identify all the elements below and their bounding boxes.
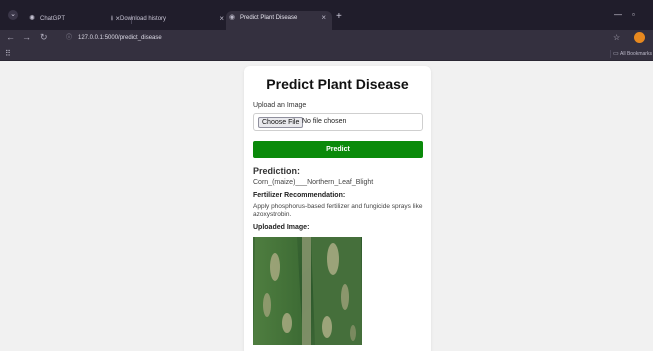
tab-search-icon[interactable]: ⌄ [8,10,18,20]
tab-label: Predict Plant Disease [240,15,298,21]
download-icon: ⭳ [110,15,114,22]
file-input[interactable]: Choose File No file chosen [253,113,423,131]
tab-label: ChatGPT [40,16,66,22]
all-bookmarks-label: All Bookmarks [620,51,652,57]
new-tab-icon[interactable]: + [336,11,342,22]
back-icon[interactable]: ← [6,32,15,42]
close-icon[interactable]: × [219,12,224,26]
uploaded-image-heading: Uploaded Image: [253,224,310,231]
forward-icon[interactable]: → [22,32,31,42]
tab-download-history[interactable]: ⭳ Download history × [106,12,230,30]
predict-button[interactable]: Predict [253,141,423,158]
folder-icon: ▭ [613,51,619,57]
close-icon[interactable]: × [321,11,326,25]
reload-icon[interactable]: ↻ [40,32,48,43]
tab-predict-plant-disease[interactable]: ◉ Predict Plant Disease × [226,11,332,30]
page-viewport: Predict Plant Disease Upload an Image Ch… [0,61,653,351]
fertilizer-value: Apply phosphorus-based fertilizer and fu… [253,203,423,218]
tab-label: Download history [120,16,167,22]
chatgpt-icon: ✺ [29,15,35,22]
uploaded-leaf-image [253,237,362,345]
apps-grid-icon[interactable]: ⠿ [5,49,11,58]
prediction-heading: Prediction: [253,166,301,176]
page-title: Predict Plant Disease [266,76,409,92]
bookmarks-bar: ⠿ ▭ All Bookmarks [0,47,653,61]
bookmark-star-icon[interactable]: ☆ [613,33,620,42]
fertilizer-heading: Fertilizer Recommendation: [253,192,346,199]
url-text: 127.0.0.1:5000/predict_disease [78,35,162,41]
url-field[interactable]: ⓘ 127.0.0.1:5000/predict_disease [66,33,596,44]
tab-bar: ⌄ ✺ ChatGPT × ⭳ Download history × ◉ Pre… [0,0,653,30]
globe-icon: ◉ [228,14,236,21]
prediction-value: Corn_(maize)___Northern_Leaf_Blight [253,179,374,186]
choose-file-button[interactable]: Choose File [258,117,304,128]
no-file-text: No file chosen [302,118,347,125]
minimize-icon[interactable]: — [614,10,622,19]
address-bar: ← → ↻ ⓘ 127.0.0.1:5000/predict_disease ☆ [0,30,653,47]
maximize-icon[interactable]: ▫ [632,10,635,19]
all-bookmarks-button[interactable]: ▭ All Bookmarks [610,50,652,58]
upload-label: Upload an Image [253,102,307,109]
site-info-icon[interactable]: ⓘ [66,33,73,44]
profile-avatar[interactable] [634,32,645,43]
predict-card: Predict Plant Disease Upload an Image Ch… [244,66,431,351]
